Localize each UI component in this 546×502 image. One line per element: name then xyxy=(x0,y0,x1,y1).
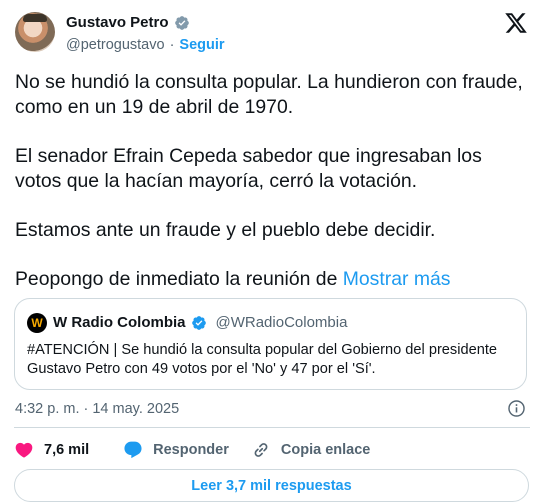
copy-link-button[interactable]: Copia enlace xyxy=(251,440,370,460)
read-replies-label: Leer 3,7 mil respuestas xyxy=(191,477,352,494)
copy-link-label: Copia enlace xyxy=(280,442,371,458)
handle-separator: · xyxy=(169,37,175,53)
quote-author-row: W Radio Colombia @WRadioColombia xyxy=(53,314,347,331)
divider xyxy=(14,427,530,428)
tweet-card: Gustavo Petro @petrogustavo · Seguir No … xyxy=(0,0,546,502)
like-button[interactable]: 7,6 mil xyxy=(14,440,89,460)
tweet-timestamp[interactable]: 4:32 p. m. · 14 may. 2025 xyxy=(15,401,179,417)
action-bar: 7,6 mil Responder Copia enlace xyxy=(14,438,370,462)
heart-icon xyxy=(15,442,33,458)
tweet-paragraph-truncated: Peopongo de inmediato la reunión de Most… xyxy=(15,267,525,292)
link-icon xyxy=(254,443,268,457)
quote-text: #ATENCIÓN | Se hundió la consulta popula… xyxy=(27,342,497,377)
like-count: 7,6 mil xyxy=(44,442,90,458)
author-handle[interactable]: @petrogustavo xyxy=(66,37,165,53)
author-handle-row: @petrogustavo · Seguir xyxy=(66,37,225,53)
read-replies-button[interactable]: Leer 3,7 mil respuestas xyxy=(14,469,529,502)
author-name-row: Gustavo Petro xyxy=(66,14,190,31)
tweet-paragraph: No se hundió la consulta popular. La hun… xyxy=(15,71,523,118)
author-avatar[interactable] xyxy=(15,12,55,52)
quote-avatar: W xyxy=(27,313,47,333)
author-name[interactable]: Gustavo Petro xyxy=(66,14,169,31)
tweet-text: No se hundió la consulta popular. La hun… xyxy=(15,70,525,316)
show-more-link[interactable]: Mostrar más xyxy=(343,268,451,290)
verified-icon xyxy=(191,315,206,330)
quote-author-handle: @WRadioColombia xyxy=(215,314,348,331)
info-icon[interactable] xyxy=(507,399,526,418)
quoted-tweet[interactable]: W W Radio Colombia @WRadioColombia #ATEN… xyxy=(14,298,527,390)
tweet-paragraph: El senador Efrain Cepeda sabedor que ing… xyxy=(15,145,482,192)
reply-bubble-icon xyxy=(124,441,142,459)
reply-button[interactable]: Responder xyxy=(123,440,229,460)
verified-icon xyxy=(174,15,189,30)
x-logo-icon[interactable] xyxy=(504,11,528,35)
tweet-paragraph: Estamos ante un fraude y el pueblo debe … xyxy=(15,219,436,241)
quote-author-name: W Radio Colombia xyxy=(53,314,186,331)
follow-button[interactable]: Seguir xyxy=(179,37,224,53)
truncated-text: Peopongo de inmediato la reunión de xyxy=(15,268,338,290)
reply-label: Responder xyxy=(153,442,229,458)
